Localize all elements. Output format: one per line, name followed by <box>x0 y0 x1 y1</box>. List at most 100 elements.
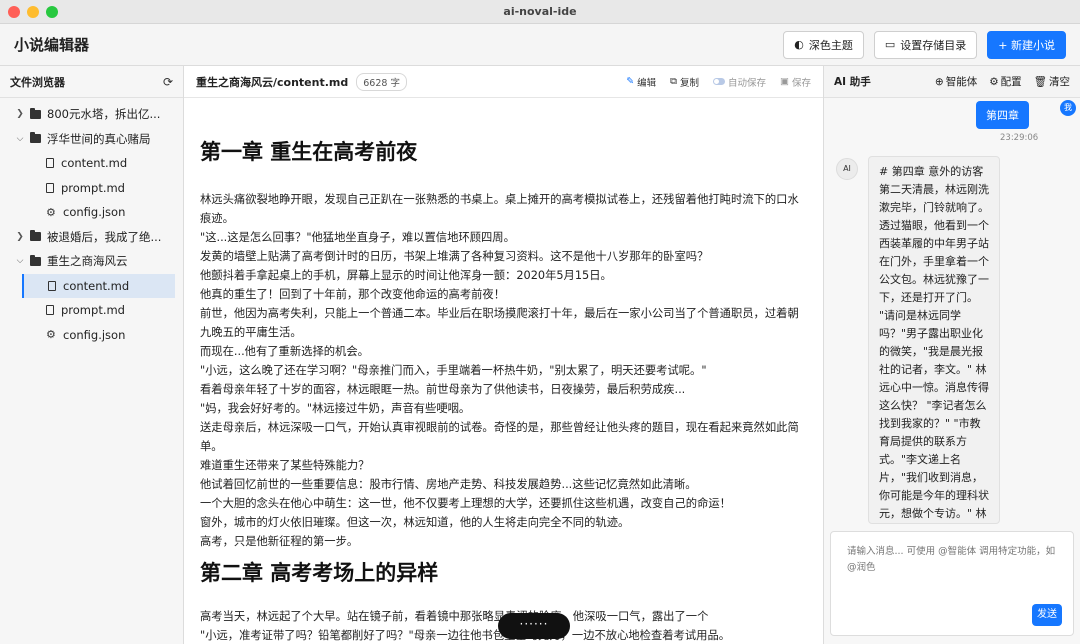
paragraph: "小远，这么晚了还在学习啊？"母亲推门而入，手里端着一杯热牛奶，"别太累了，明天… <box>200 364 707 377</box>
tree-file-selected[interactable]: content.md <box>22 273 175 298</box>
chevron-down-icon[interactable]: ⌵ <box>14 256 26 266</box>
ai-message-bubble: # 第四章 意外的访客 第二天清晨，林远刚洗漱完毕，门铃就响了。 透过猫眼，他看… <box>868 156 1000 524</box>
gear-icon: ⚙ <box>46 205 56 219</box>
file-explorer-title: 文件浏览器 <box>10 75 65 89</box>
file-explorer: 文件浏览器 ⟳ ❯ 800元水塔，拆出亿... ⌵ 浮华世间的真心赌局 cont… <box>0 66 184 644</box>
paragraph: 他颤抖着手拿起桌上的手机，屏幕上显示的时间让他浑身一颤：2020年5月15日。 <box>200 269 612 282</box>
paragraph: 前世，他因为高考失利，只能上一个普通二本。毕业后在职场摸爬滚打十年，最后在一家小… <box>200 307 799 339</box>
editor-content[interactable]: 第一章 重生在高考前夜 林远头痛欲裂地睁开眼，发现自己正趴在一张熟悉的书桌上。桌… <box>184 98 823 644</box>
tree-item-label: config.json <box>63 327 126 342</box>
ai-assistant-panel: AI 助手 ⊕ 智能体 ⚙ 配置 🗑 清空 第四章 我 23:29:06 AI # 第… <box>824 66 1080 644</box>
paragraph: 林远头痛欲裂地睁开眼，发现自己正趴在一张熟悉的书桌上。桌上摊开的高考模拟试卷上，… <box>200 193 799 225</box>
theme-toggle-label: 深色主题 <box>808 38 853 52</box>
tree-item-label: config.json <box>63 205 126 220</box>
autosave-label: 自动保存 <box>727 77 766 89</box>
gear-icon: ⚙ <box>989 76 999 88</box>
paragraph: "这...这是怎么回事？"他猛地坐直身子，难以置信地环顾四周。 <box>200 231 515 244</box>
trash-icon: 🗑 <box>1033 76 1047 88</box>
close-window-button[interactable] <box>8 6 20 18</box>
clear-button[interactable]: 🗑 清空 <box>1034 74 1070 89</box>
user-avatar: 我 <box>1060 100 1076 116</box>
refresh-icon[interactable]: ⟳ <box>163 75 173 89</box>
tree-file[interactable]: prompt.md <box>0 298 183 323</box>
header-actions: ◐ 深色主题 ▭ 设置存储目录 + 新建小说 <box>783 30 1066 59</box>
file-path: 重生之商海风云/content.md <box>196 75 349 89</box>
set-storage-dir-label: 设置存储目录 <box>900 38 967 52</box>
edit-button[interactable]: ✎ 编辑 <box>626 75 656 89</box>
file-icon <box>48 280 56 291</box>
paragraph: 发黄的墙壁上贴满了高考倒计时的日历，书架上堆满了各种复习资料。这不是他十八岁那年… <box>200 250 709 263</box>
editor-pane: 重生之商海风云/content.md 6628 字 ✎ 编辑 ⧉ 复制 自动保存… <box>184 66 824 644</box>
file-icon <box>46 182 54 193</box>
window-titlebar: ai-noval-ide <box>0 0 1080 24</box>
copy-label: 复制 <box>679 77 699 89</box>
autosave-toggle[interactable]: 自动保存 <box>712 75 766 89</box>
tree-item-label: 重生之商海风云 <box>47 254 128 269</box>
ai-panel-title: AI 助手 <box>834 76 871 88</box>
tree-item-label: 800元水塔，拆出亿... <box>47 107 161 122</box>
tree-file[interactable]: content.md <box>0 151 183 176</box>
new-novel-button[interactable]: + 新建小说 <box>987 30 1066 59</box>
tree-item-label: 被退婚后，我成了绝... <box>47 229 162 244</box>
paragraph: "妈，我会好好考的。"林远接过牛奶，声音有些哽咽。 <box>200 402 471 415</box>
file-tree: ❯ 800元水塔，拆出亿... ⌵ 浮华世间的真心赌局 content.md p… <box>0 98 183 347</box>
chevron-right-icon[interactable]: ❯ <box>14 109 26 119</box>
chapter-heading: 第一章 重生在高考前夜 <box>200 140 418 164</box>
paragraph: 高考，只是他新征程的第一步。 <box>200 535 359 548</box>
copy-button[interactable]: ⧉ 复制 <box>670 75 699 89</box>
config-label: 配置 <box>1000 76 1022 88</box>
tree-file[interactable]: prompt.md <box>0 176 183 201</box>
editor-actions: ✎ 编辑 ⧉ 复制 自动保存 ▣ 保存 <box>626 75 811 89</box>
toggle-switch-icon <box>712 78 725 85</box>
editor-header: 重生之商海风云/content.md 6628 字 ✎ 编辑 ⧉ 复制 自动保存… <box>184 66 823 98</box>
ai-panel-actions: ⊕ 智能体 ⚙ 配置 🗑 清空 <box>935 74 1070 89</box>
paragraph: 一个大胆的念头在他心中萌生：这一世，他不仅要考上理想的大学，还要抓住这些机遇，改… <box>200 497 731 510</box>
paragraph: 送走母亲后，林远深吸一口气，开始认真审视眼前的试卷。奇怪的是，那些曾经让他头疼的… <box>200 421 799 453</box>
tree-file[interactable]: ⚙ config.json <box>0 323 183 348</box>
pencil-icon: ✎ <box>626 76 635 87</box>
chevron-right-icon[interactable]: ❯ <box>14 232 26 242</box>
new-novel-label: + 新建小说 <box>998 38 1055 52</box>
ai-avatar: AI <box>836 158 858 180</box>
palette-icon: ◐ <box>794 38 804 51</box>
tree-item-label: 浮华世间的真心赌局 <box>47 131 151 146</box>
maximize-window-button[interactable] <box>46 6 58 18</box>
paragraph: 看着母亲年轻了十岁的面容，林远眼眶一热。前世母亲为了供他读书，日夜操劳，最后积劳… <box>200 383 686 396</box>
tree-item-label: content.md <box>61 156 128 171</box>
save-icon: ▣ <box>780 76 789 87</box>
folder-icon <box>30 107 41 119</box>
tree-folder[interactable]: ⌵ 浮华世间的真心赌局 <box>0 127 183 152</box>
folder-icon <box>30 132 41 144</box>
edit-label: 编辑 <box>637 77 657 89</box>
tree-folder[interactable]: ❯ 被退婚后，我成了绝... <box>0 225 183 250</box>
folder-icon: ▭ <box>884 38 896 51</box>
agent-button[interactable]: ⊕ 智能体 <box>935 74 977 89</box>
clear-label: 清空 <box>1049 76 1070 88</box>
paragraph: 他试着回忆前世的一些重要信息：股市行情、房地产走势、科技发展趋势...这些记忆竟… <box>200 478 697 491</box>
window-title: ai-noval-ide <box>503 5 577 18</box>
set-storage-dir-button[interactable]: ▭ 设置存储目录 <box>873 30 978 59</box>
tree-folder[interactable]: ❯ 800元水塔，拆出亿... <box>0 102 183 127</box>
window-controls <box>8 6 58 18</box>
floating-toolbar-pill[interactable]: ······ <box>498 613 570 639</box>
tree-item-label: prompt.md <box>61 303 125 318</box>
word-count-badge: 6628 字 <box>356 72 407 91</box>
config-button[interactable]: ⚙ 配置 <box>989 74 1021 89</box>
send-button[interactable]: 发送 <box>1032 604 1062 626</box>
robot-icon: ⊕ <box>934 76 944 88</box>
file-icon <box>46 158 54 169</box>
tree-item-label: prompt.md <box>61 180 125 195</box>
paragraph: 他真的重生了！回到了十年前，那个改变他命运的高考前夜！ <box>200 288 506 301</box>
theme-toggle-button[interactable]: ◐ 深色主题 <box>783 30 864 59</box>
chevron-down-icon[interactable]: ⌵ <box>14 134 26 144</box>
file-explorer-header: 文件浏览器 ⟳ <box>0 66 183 98</box>
save-button[interactable]: ▣ 保存 <box>780 75 811 89</box>
tree-folder[interactable]: ⌵ 重生之商海风云 <box>0 249 183 274</box>
paragraph: 而现在...他有了重新选择的机会。 <box>200 345 369 358</box>
minimize-window-button[interactable] <box>27 6 39 18</box>
gear-icon: ⚙ <box>46 328 56 342</box>
tree-file[interactable]: ⚙ config.json <box>0 200 183 225</box>
ai-panel-header: AI 助手 ⊕ 智能体 ⚙ 配置 🗑 清空 <box>824 66 1080 98</box>
paragraph: 窗外，城市的灯火依旧璀璨。但这一次，林远知道，他的人生将走向完全不同的轨迹。 <box>200 516 630 529</box>
folder-icon <box>30 230 41 242</box>
